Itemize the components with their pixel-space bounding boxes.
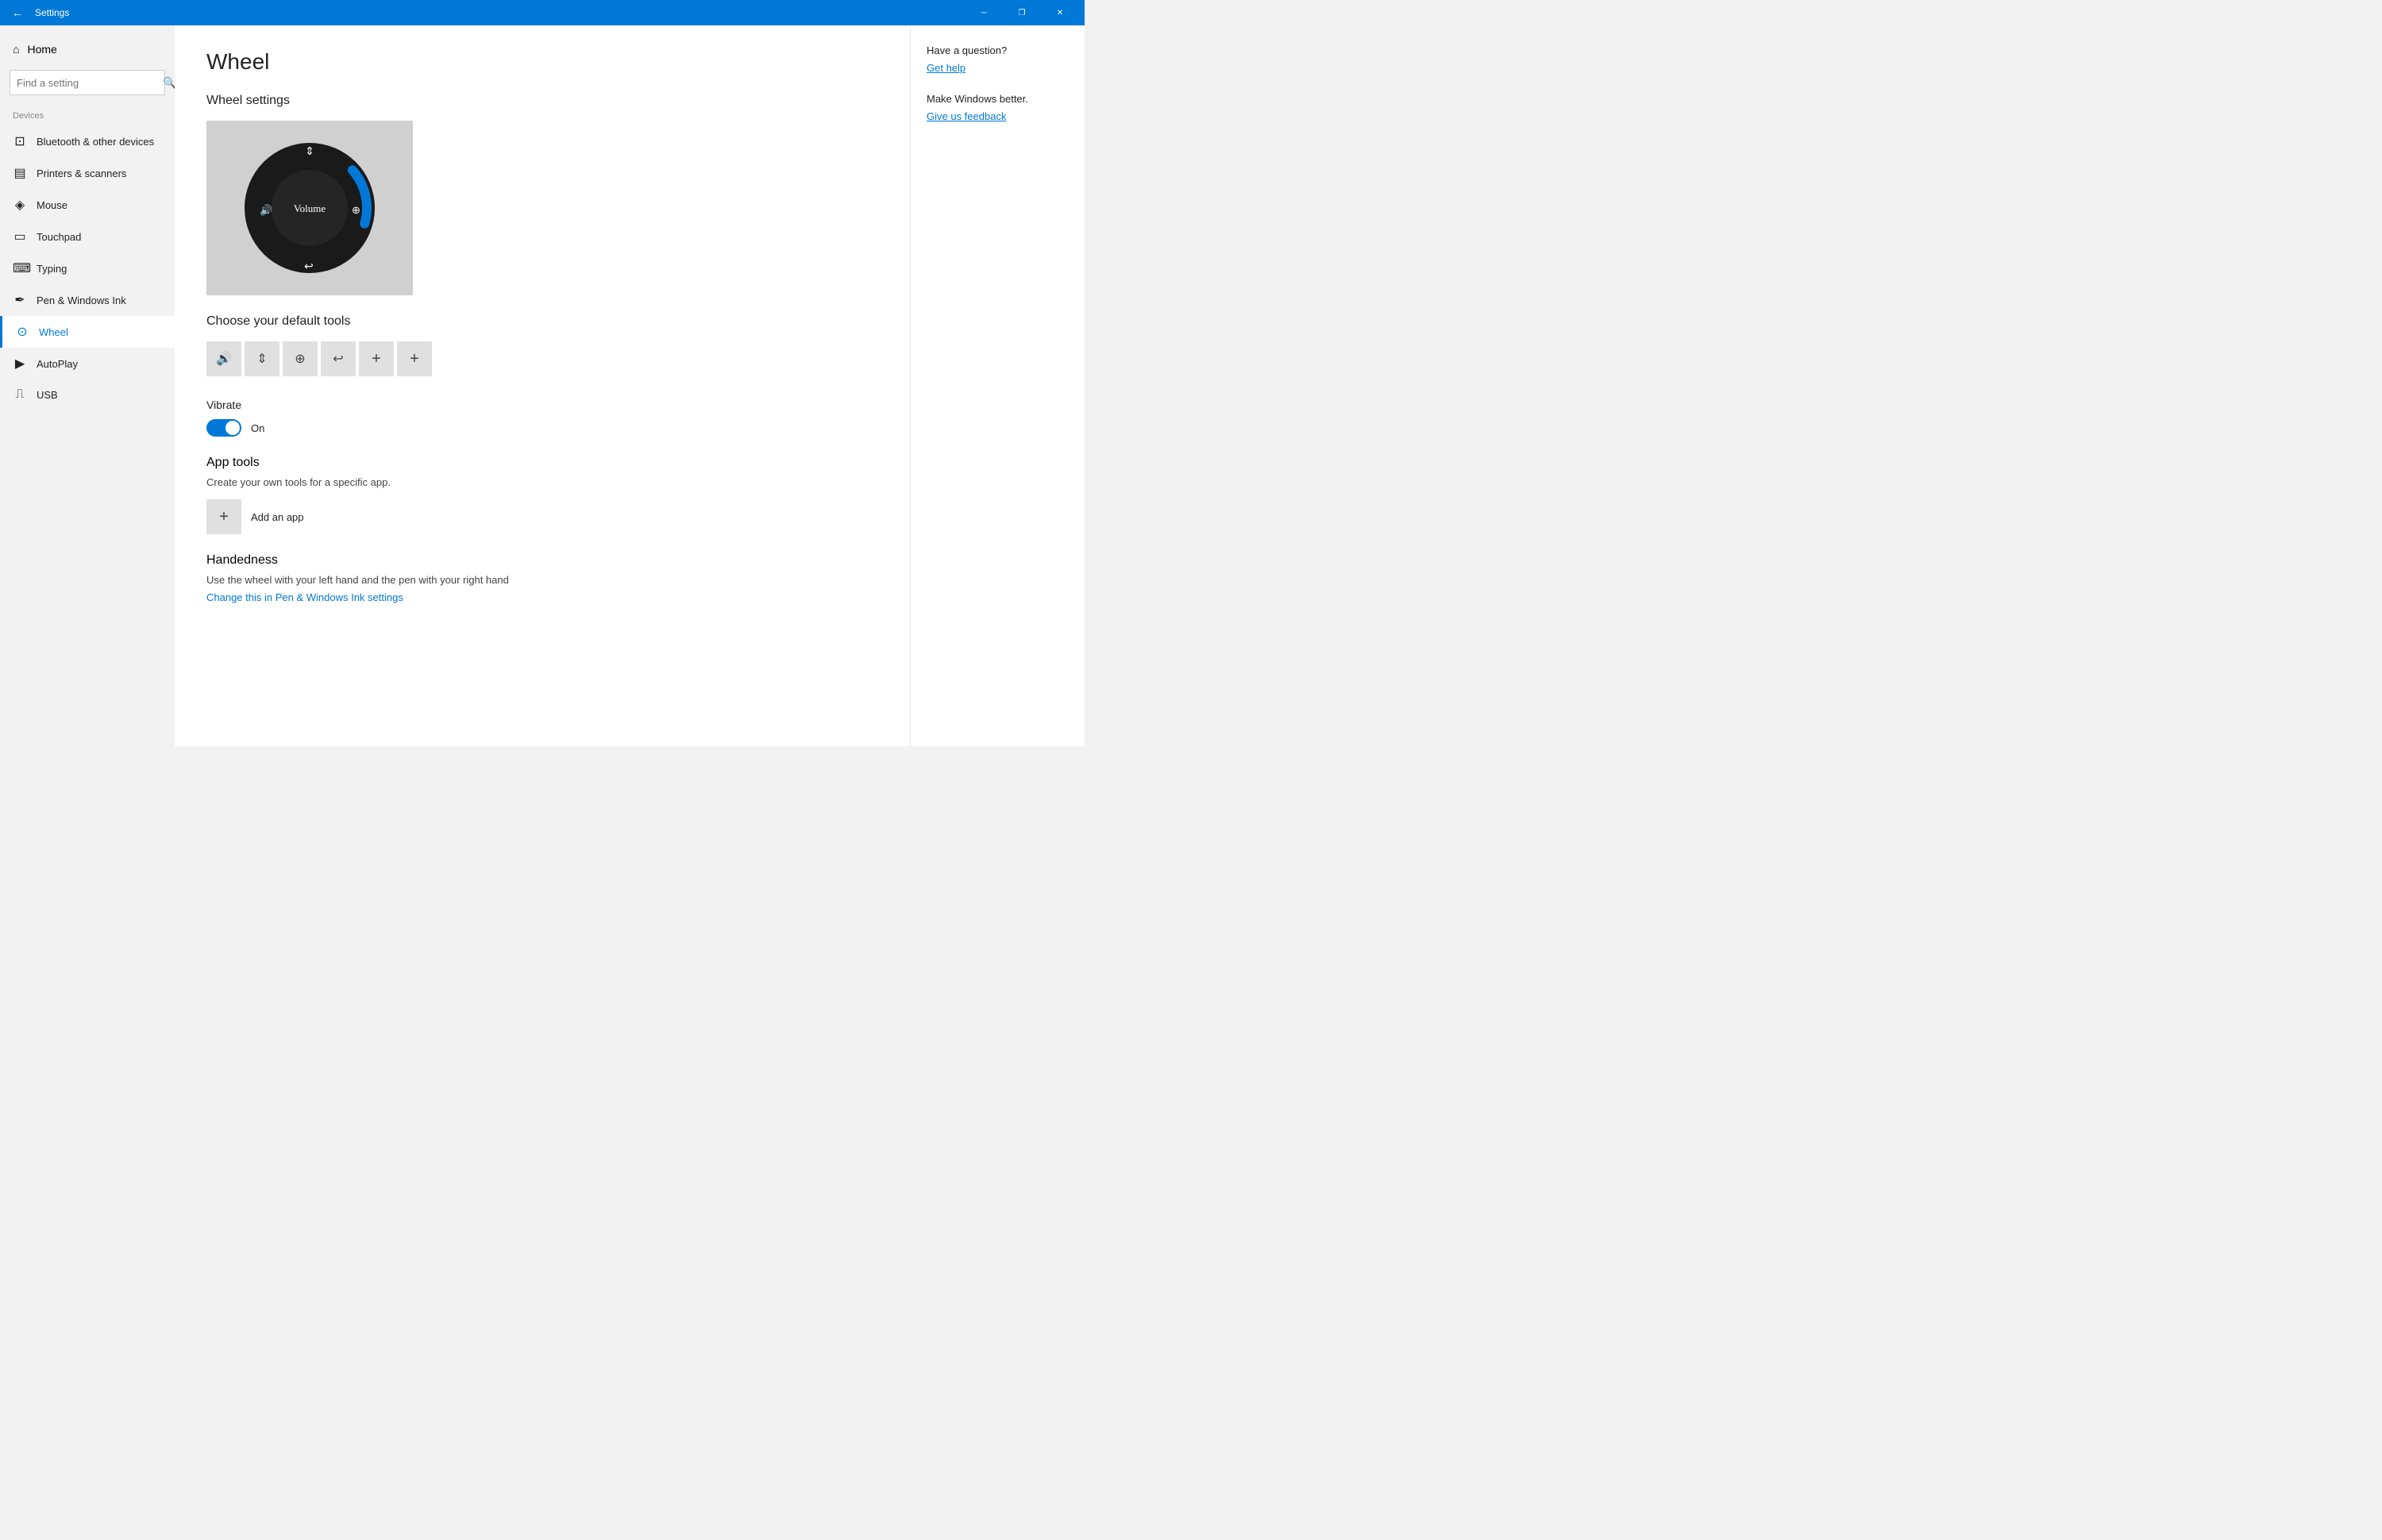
sidebar-item-bluetooth[interactable]: ⊡ Bluetooth & other devices	[0, 125, 175, 157]
add-app-button[interactable]: +	[206, 499, 241, 534]
sidebar-item-mouse[interactable]: ◈ Mouse	[0, 189, 175, 221]
tool-zoom-btn[interactable]: ⊕	[283, 341, 318, 376]
titlebar: ← Settings ─ ❐ ✕	[0, 0, 1085, 25]
printer-icon: ▤	[13, 165, 27, 181]
search-input[interactable]	[10, 77, 163, 89]
search-box[interactable]: 🔍	[10, 70, 165, 95]
usb-icon: ⎍	[13, 387, 27, 402]
tool-scroll-btn[interactable]: ⇕	[245, 341, 279, 376]
wheel-settings-title: Wheel settings	[206, 94, 878, 108]
app-tools-title: App tools	[206, 456, 878, 470]
app-tools-desc: Create your own tools for a specific app…	[206, 476, 878, 488]
vibrate-state-label: On	[251, 422, 264, 434]
sidebar-item-touchpad[interactable]: ▭ Touchpad	[0, 221, 175, 252]
app-body: ⌂ Home 🔍 Devices ⊡ Bluetooth & other dev…	[0, 25, 1085, 746]
svg-text:⊕: ⊕	[352, 204, 360, 216]
page-title: Wheel	[206, 49, 878, 75]
tool-undo-btn[interactable]: ↩	[321, 341, 356, 376]
choose-tools-title: Choose your default tools	[206, 314, 878, 329]
add-app-row[interactable]: + Add an app	[206, 499, 878, 534]
sidebar-item-mouse-label: Mouse	[37, 199, 67, 211]
bluetooth-icon: ⊡	[13, 133, 27, 149]
tool-add-btn-2[interactable]: +	[397, 341, 432, 376]
pen-icon: ✒	[13, 292, 27, 308]
svg-text:↩: ↩	[304, 260, 314, 272]
restore-button[interactable]: ❐	[1004, 0, 1040, 25]
sidebar-item-printers-label: Printers & scanners	[37, 167, 126, 179]
minimize-button[interactable]: ─	[966, 0, 1002, 25]
close-button[interactable]: ✕	[1042, 0, 1078, 25]
give-feedback-link[interactable]: Give us feedback	[927, 110, 1006, 122]
wheel-diagram: Volume ⇕ 🔊 ⊕ ↩	[206, 121, 413, 295]
add-app-label: Add an app	[251, 511, 304, 523]
sidebar-item-autoplay-label: AutoPlay	[37, 358, 78, 370]
titlebar-title: Settings	[35, 7, 69, 18]
wheel-icon: ⊙	[15, 324, 29, 340]
sidebar-item-pen[interactable]: ✒ Pen & Windows Ink	[0, 284, 175, 316]
sidebar-item-typing[interactable]: ⌨ Typing	[0, 252, 175, 284]
sidebar-item-pen-label: Pen & Windows Ink	[37, 295, 126, 306]
feedback-title: Make Windows better.	[927, 93, 1069, 105]
sidebar-item-touchpad-label: Touchpad	[37, 231, 81, 243]
touchpad-icon: ▭	[13, 229, 27, 244]
sidebar-item-home[interactable]: ⌂ Home	[0, 35, 175, 64]
mouse-icon: ◈	[13, 197, 27, 213]
tools-row: 🔊 ⇕ ⊕ ↩ + +	[206, 341, 878, 376]
sidebar: ⌂ Home 🔍 Devices ⊡ Bluetooth & other dev…	[0, 25, 175, 746]
sidebar-item-usb[interactable]: ⎍ USB	[0, 379, 175, 410]
toggle-row: On	[206, 419, 878, 437]
svg-text:Volume: Volume	[294, 202, 326, 214]
svg-text:⇕: ⇕	[305, 144, 314, 157]
toggle-thumb	[225, 421, 240, 435]
help-section: Have a question? Get help	[927, 44, 1069, 74]
get-help-link[interactable]: Get help	[927, 62, 966, 74]
home-label: Home	[27, 43, 56, 56]
back-button[interactable]: ←	[6, 2, 29, 24]
main-content: Wheel Wheel settings Volume ⇕ 🔊	[175, 25, 910, 746]
handedness-desc: Use the wheel with your left hand and th…	[206, 574, 878, 586]
tool-add-btn-1[interactable]: +	[359, 341, 394, 376]
right-panel: Have a question? Get help Make Windows b…	[910, 25, 1085, 746]
autoplay-icon: ▶	[13, 356, 27, 372]
sidebar-item-wheel[interactable]: ⊙ Wheel	[0, 316, 175, 348]
handedness-title: Handedness	[206, 553, 878, 568]
help-title: Have a question?	[927, 44, 1069, 56]
window-controls: ─ ❐ ✕	[966, 0, 1078, 25]
sidebar-item-wheel-label: Wheel	[39, 326, 68, 338]
tool-volume-btn[interactable]: 🔊	[206, 341, 241, 376]
sidebar-item-printers[interactable]: ▤ Printers & scanners	[0, 157, 175, 189]
sidebar-item-autoplay[interactable]: ▶ AutoPlay	[0, 348, 175, 379]
feedback-section: Make Windows better. Give us feedback	[927, 93, 1069, 122]
vibrate-toggle[interactable]	[206, 419, 241, 437]
sidebar-item-usb-label: USB	[37, 389, 58, 401]
sidebar-item-typing-label: Typing	[37, 263, 67, 275]
home-icon: ⌂	[13, 43, 19, 56]
sidebar-section-label: Devices	[0, 108, 175, 125]
wheel-arc-svg: Volume ⇕ 🔊 ⊕ ↩	[242, 141, 377, 275]
sidebar-item-bluetooth-label: Bluetooth & other devices	[37, 136, 154, 148]
svg-text:🔊: 🔊	[260, 203, 272, 217]
handedness-link[interactable]: Change this in Pen & Windows Ink setting…	[206, 591, 403, 603]
typing-icon: ⌨	[13, 260, 27, 276]
search-icon[interactable]: 🔍	[163, 70, 175, 95]
vibrate-label: Vibrate	[206, 398, 878, 411]
